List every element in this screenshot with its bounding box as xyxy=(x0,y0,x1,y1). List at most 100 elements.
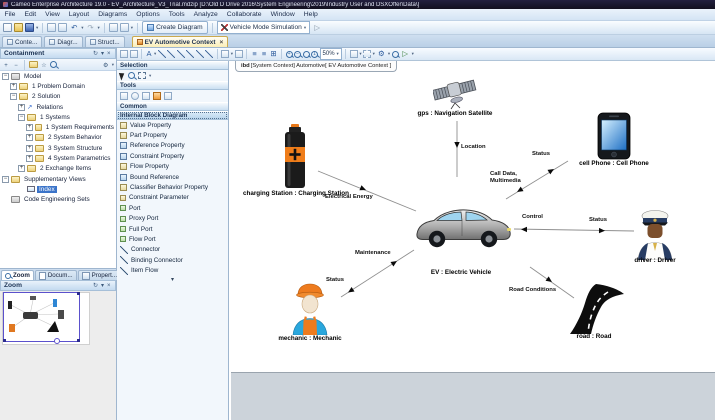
new-package-icon[interactable] xyxy=(29,61,38,68)
palette-item-connector[interactable]: Connector xyxy=(117,245,228,255)
expand-icon[interactable]: + xyxy=(26,134,33,141)
search-in-diagram-icon[interactable] xyxy=(392,51,399,58)
menu-layout[interactable]: Layout xyxy=(64,11,93,18)
open-project-icon[interactable] xyxy=(14,23,23,32)
palette-item-item-flow[interactable]: Item Flow xyxy=(117,265,228,275)
line-style-icon[interactable] xyxy=(196,50,204,58)
expand-icon[interactable]: + xyxy=(18,104,25,111)
tab-documentation[interactable]: Docum... xyxy=(35,270,77,280)
palette-item-flow-port[interactable]: Flow Port xyxy=(117,234,228,244)
palette-section-common[interactable]: Common xyxy=(117,102,228,111)
insert-image-dropdown-icon[interactable]: ▾ xyxy=(231,49,233,59)
favorites-icon[interactable]: ☆ xyxy=(40,61,48,69)
zoom-in-icon[interactable]: + xyxy=(286,51,293,58)
execute-icon[interactable]: ▷ xyxy=(400,49,410,59)
zoom-fit-icon[interactable] xyxy=(303,51,310,58)
close-panel-icon[interactable]: × xyxy=(105,51,112,57)
node-cell-phone[interactable] xyxy=(597,112,631,160)
flow-label-status-mechanic[interactable]: Status xyxy=(326,277,344,283)
line-style-icon[interactable] xyxy=(205,50,213,58)
paste-icon[interactable] xyxy=(58,23,67,32)
menu-window[interactable]: Window xyxy=(266,11,299,18)
close-tab-icon[interactable]: × xyxy=(219,39,223,46)
palette-item-proxy-port[interactable]: Proxy Port xyxy=(117,214,228,224)
viewport-zoom-handle-icon[interactable] xyxy=(54,338,60,344)
palette-item-bound-reference[interactable]: Bound Reference xyxy=(117,172,228,182)
gear-dropdown-icon[interactable]: ▾ xyxy=(388,49,390,59)
palette-more-icon[interactable]: ▾ xyxy=(117,276,228,283)
diagram-settings-gear-icon[interactable]: ⚙ xyxy=(376,49,386,59)
tree-item-system-requirements[interactable]: + 1 System Requirements xyxy=(0,122,116,132)
tree-item-system-structure[interactable]: + 3 System Structure xyxy=(0,143,116,153)
target-tool-icon[interactable] xyxy=(131,92,139,100)
palette-item-reference-property[interactable]: Reference Property xyxy=(117,141,228,151)
zoom-out-icon[interactable]: − xyxy=(294,51,301,58)
magnifier-tool-icon[interactable] xyxy=(128,72,135,79)
new-project-icon[interactable] xyxy=(3,23,12,32)
sticky-tool-icon[interactable] xyxy=(120,92,128,100)
node-label-gps[interactable]: gps : Navigation Satellite xyxy=(418,110,493,117)
menu-tools[interactable]: Tools xyxy=(164,11,189,18)
tab-structure[interactable]: Struct... xyxy=(85,36,125,47)
line-style-icon[interactable] xyxy=(167,50,175,58)
validate-icon[interactable] xyxy=(109,23,118,32)
layout-options-dropdown-icon[interactable]: ▾ xyxy=(373,49,375,59)
tree-item-relations[interactable]: + ↗ Relations xyxy=(0,102,116,112)
flow-label-road-conditions[interactable]: Road Conditions xyxy=(509,287,556,293)
palette-item-value-property[interactable]: Value Property xyxy=(117,120,228,130)
expand-icon[interactable]: + xyxy=(26,145,33,152)
search-icon[interactable] xyxy=(50,61,57,68)
flow-label-location[interactable]: Location xyxy=(461,144,486,150)
active-tool-icon[interactable] xyxy=(153,92,161,100)
redo-dropdown-icon[interactable]: ▾ xyxy=(98,23,100,33)
zoom-level-combo[interactable]: 50% ▾ xyxy=(320,48,342,60)
tab-zoom[interactable]: Zoom xyxy=(1,270,34,280)
palette-group-selection[interactable]: Selection xyxy=(117,61,228,70)
redo-icon[interactable]: ↷ xyxy=(86,23,96,33)
node-road[interactable] xyxy=(568,283,626,335)
line-style-icon[interactable] xyxy=(177,50,185,58)
flow-label-multimedia[interactable]: Multimedia xyxy=(490,178,521,184)
line-style-icon[interactable] xyxy=(186,50,194,58)
refresh-icon[interactable]: ↻ xyxy=(91,50,99,57)
menu-options[interactable]: Options xyxy=(132,11,164,18)
distribute-icon[interactable]: ⊞ xyxy=(270,49,278,59)
node-label-road[interactable]: road : Road xyxy=(577,333,612,340)
menu-help[interactable]: Help xyxy=(299,11,322,18)
tree-options-gear-icon[interactable]: ⚙ xyxy=(102,61,110,69)
palette-group-tools[interactable]: Tools xyxy=(117,81,228,90)
palette-item-part-property[interactable]: Part Property xyxy=(117,130,228,140)
refresh-icon[interactable]: ↻ xyxy=(91,282,99,289)
palette-item-port[interactable]: Port xyxy=(117,203,228,213)
expand-icon[interactable]: + xyxy=(26,124,33,131)
insert-shape-icon[interactable] xyxy=(235,50,243,58)
palette-item-binding-connector[interactable]: Binding Connector xyxy=(117,255,228,265)
node-charging-station[interactable] xyxy=(283,123,307,189)
viewport-handle-icon[interactable] xyxy=(3,339,6,342)
collapse-icon[interactable]: − xyxy=(2,73,9,80)
menu-view[interactable]: View xyxy=(41,11,65,18)
collapse-all-icon[interactable]: − xyxy=(12,61,20,69)
node-gps-satellite[interactable] xyxy=(433,76,477,110)
node-electric-vehicle[interactable] xyxy=(410,203,514,251)
breadcrumb[interactable]: ibd [System Context] Automotive[ EV Auto… xyxy=(235,61,397,72)
robot-tool-icon[interactable] xyxy=(164,92,172,100)
tree-item-solution[interactable]: − 2 Solution xyxy=(0,92,116,102)
palette-section-internal-block-diagram[interactable]: Internal Block Diagram xyxy=(117,111,228,120)
menu-file[interactable]: File xyxy=(0,11,20,18)
tab-containment[interactable]: Conte... xyxy=(2,36,42,47)
tree-item-code-engineering-sets[interactable]: Code Engineering Sets xyxy=(0,195,116,205)
viewport-handle-icon[interactable] xyxy=(77,292,80,295)
node-label-ev[interactable]: EV : Electric Vehicle xyxy=(431,269,491,276)
save-icon[interactable] xyxy=(25,23,34,32)
undo-icon[interactable]: ↶ xyxy=(69,23,79,33)
menu-collaborate[interactable]: Collaborate xyxy=(222,11,266,18)
tree-item-systems[interactable]: − 1 Systems xyxy=(0,112,116,122)
text-tool-icon[interactable]: A xyxy=(146,49,153,59)
tab-diagrams[interactable]: Diagr... xyxy=(44,36,82,47)
tree-item-index[interactable]: Index xyxy=(0,184,116,194)
flow-label-maintenance[interactable]: Maintenance xyxy=(355,250,391,256)
palette-item-flow-property[interactable]: Flow Property xyxy=(117,162,228,172)
filter-tool-icon[interactable] xyxy=(142,92,150,100)
expand-icon[interactable]: + xyxy=(10,83,17,90)
